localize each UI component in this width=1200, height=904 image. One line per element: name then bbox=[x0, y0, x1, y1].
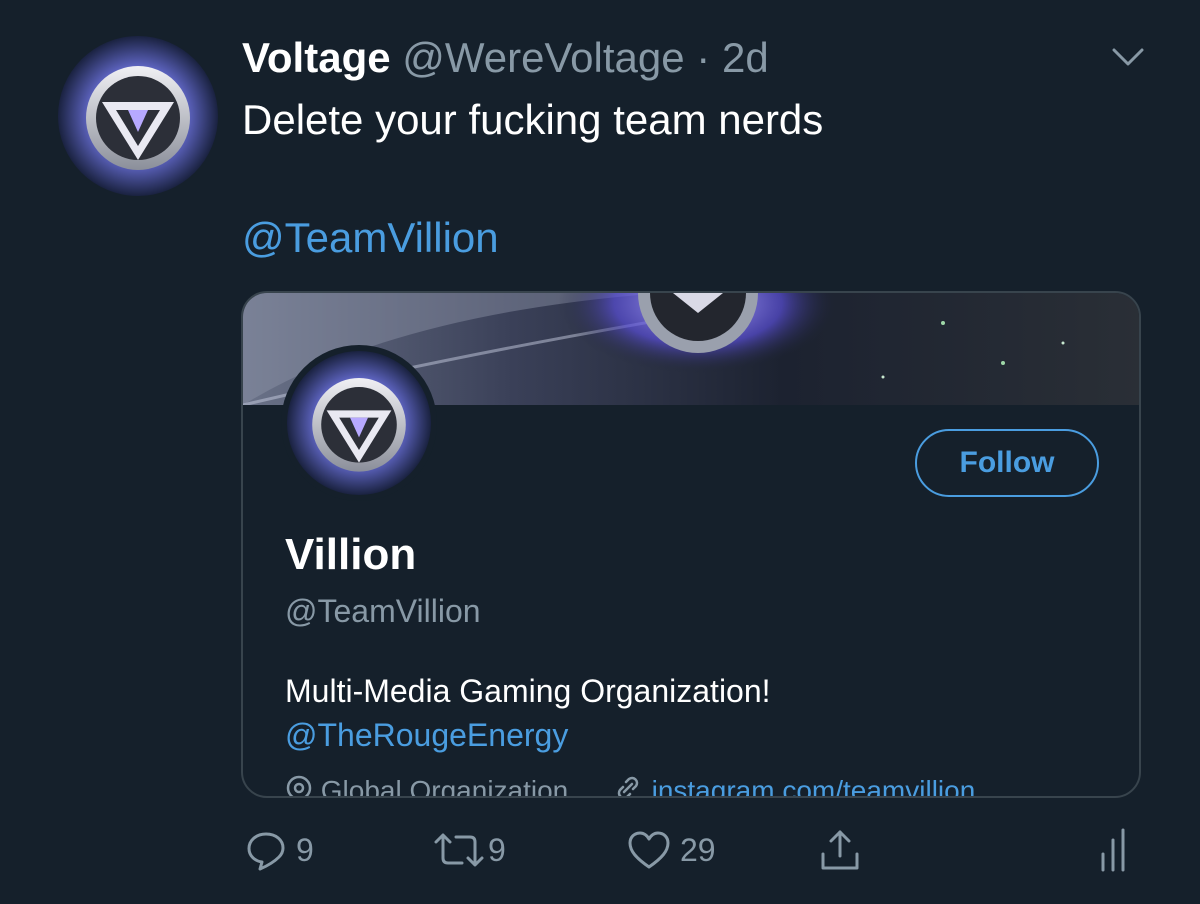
reply-count: 9 bbox=[296, 831, 314, 868]
like-button[interactable]: 29 bbox=[626, 822, 716, 878]
card-bio-mention-link[interactable]: @TheRougeEnergy bbox=[285, 713, 568, 757]
analytics-button[interactable] bbox=[1098, 822, 1132, 878]
card-meta: Global Organization instagram.com/teamvi… bbox=[285, 771, 976, 798]
tweet-timestamp[interactable]: 2d bbox=[722, 34, 769, 81]
link-icon bbox=[612, 773, 644, 796]
share-button[interactable] bbox=[818, 822, 862, 878]
card-location: Global Organization bbox=[320, 775, 569, 798]
tweet-header: Voltage @WereVoltage · 2d bbox=[242, 32, 769, 84]
card-avatar[interactable] bbox=[281, 345, 437, 501]
tweet[interactable]: Voltage @WereVoltage · 2d Delete your fu… bbox=[0, 0, 1200, 904]
reply-button[interactable]: 9 bbox=[244, 822, 314, 878]
heart-icon bbox=[626, 828, 672, 872]
tweet-action-bar: 9 9 29 bbox=[0, 822, 1200, 882]
analytics-icon bbox=[1098, 826, 1132, 874]
follow-button[interactable]: Follow bbox=[915, 429, 1099, 497]
tweet-text: Delete your fucking team nerds bbox=[242, 96, 824, 143]
reply-icon bbox=[244, 828, 288, 872]
retweet-count: 9 bbox=[488, 831, 506, 868]
card-display-name[interactable]: Villion bbox=[285, 529, 416, 581]
card-bio: Multi-Media Gaming Organization! bbox=[285, 673, 771, 709]
profile-card[interactable]: Follow Villion @TeamVillion Multi-Media … bbox=[241, 291, 1141, 798]
retweet-button[interactable]: 9 bbox=[432, 822, 506, 878]
location-icon bbox=[285, 773, 313, 796]
card-handle[interactable]: @TeamVillion bbox=[285, 591, 481, 631]
author-avatar[interactable] bbox=[58, 36, 218, 196]
share-icon bbox=[818, 826, 862, 874]
card-website-link[interactable]: instagram.com/teamvillion bbox=[652, 775, 976, 796]
author-display-name[interactable]: Voltage bbox=[242, 34, 391, 81]
chevron-down-icon[interactable] bbox=[1108, 40, 1148, 72]
like-count: 29 bbox=[680, 831, 716, 868]
author-handle[interactable]: @WereVoltage bbox=[402, 34, 684, 81]
retweet-icon bbox=[432, 828, 486, 872]
tweet-mention-link[interactable]: @TeamVillion bbox=[242, 212, 499, 264]
separator-dot: · bbox=[696, 34, 711, 81]
